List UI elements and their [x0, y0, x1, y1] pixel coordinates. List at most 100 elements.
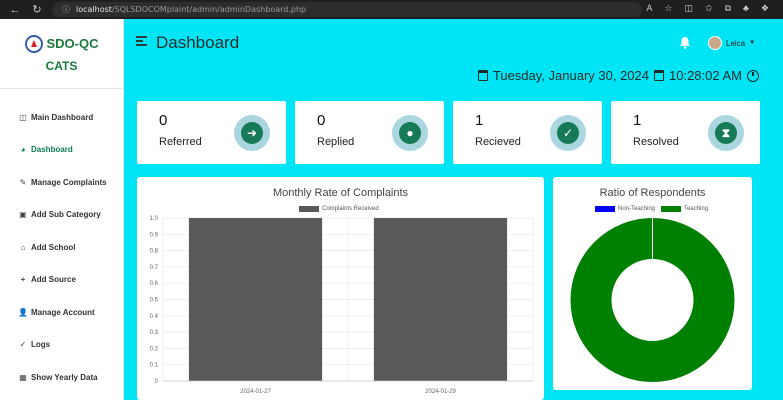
sidebar-item-label: Logs — [31, 340, 51, 350]
columns-icon: ◫ — [19, 112, 27, 122]
sidebar-item-label: Manage Complaints — [31, 177, 107, 187]
stat-label: Resolved — [633, 136, 679, 148]
sidebar-item-label: Manage Account — [31, 307, 95, 317]
y-tick-label: 0.7 — [150, 265, 159, 271]
stat-icon-badge: ⧗ — [708, 115, 744, 151]
respondents-chart-panel: Ratio of Respondents Non-Teaching Teachi… — [553, 177, 752, 390]
comment-icon: ● — [399, 122, 421, 144]
user-menu[interactable]: Leica ▼ — [708, 36, 755, 50]
stat-label: Referred — [159, 136, 202, 148]
extension-icon[interactable]: ♣ — [743, 3, 749, 14]
check-icon: ✓ — [19, 340, 27, 350]
url-host: localhost — [76, 5, 112, 14]
brand: SDO-QC CATS — [0, 19, 123, 89]
brand-name: SDO-QC — [46, 36, 99, 51]
split-screen-icon[interactable]: ◫ — [685, 3, 694, 14]
stat-card-referred[interactable]: 0 Referred ➜ — [137, 101, 286, 164]
refresh-icon[interactable]: ↻ — [26, 3, 48, 16]
sidebar-item-add-source[interactable]: + Add Source — [0, 264, 123, 297]
stat-card-replied[interactable]: 0 Replied ● — [295, 101, 444, 164]
favorite-icon[interactable]: ☆ — [664, 3, 672, 14]
url-path: /SQLSDOCOMplaint/admin/adminDashboard.ph… — [111, 5, 307, 14]
stat-card-recieved[interactable]: 1 Recieved ✓ — [453, 101, 602, 164]
stat-label: Recieved — [475, 136, 521, 148]
y-tick-label: 0.4 — [150, 314, 159, 320]
browser-actions: A ☆ ◫ ✩ ⧉ ♣ ❖ — [646, 3, 769, 14]
stat-icon-badge: ➜ — [234, 115, 270, 151]
sidebar-item-label: Main Dashboard — [31, 112, 94, 122]
stat-value: 1 — [633, 112, 642, 129]
avatar — [708, 36, 722, 50]
sidebar-item-label: Show Yearly Data — [31, 372, 98, 382]
y-tick-label: 0.2 — [150, 346, 159, 352]
sidebar-item-show-yearly-data[interactable]: ▦ Show Yearly Data — [0, 361, 123, 394]
y-tick-label: 0.9 — [150, 232, 159, 238]
y-tick-label: 0.8 — [150, 249, 159, 255]
y-tick-label: 1.0 — [150, 216, 159, 222]
bell-icon[interactable] — [679, 36, 691, 49]
user-name: Leica — [726, 38, 746, 48]
bar[interactable] — [373, 218, 508, 381]
check-circle-icon: ✓ — [557, 122, 579, 144]
copilot-icon[interactable]: ❖ — [761, 3, 769, 14]
stat-card-resolved[interactable]: 1 Resolved ⧗ — [611, 101, 760, 164]
y-tick-label: 0 — [155, 379, 159, 385]
current-date: Tuesday, January 30, 2024 — [492, 68, 649, 83]
main-content: Dashboard Leica ▼ Tuesday, January 30, 2… — [125, 19, 783, 400]
x-tick-label: 2024-01-27 — [240, 389, 271, 395]
sidebar-item-label: Dashboard — [31, 145, 73, 155]
sidebar-item-manage-account[interactable]: 👤 Manage Account — [0, 296, 123, 329]
stat-value: 0 — [159, 112, 168, 129]
browser-toolbar: ← ↻ ⓘ localhost/SQLSDOCOMplaint/admin/ad… — [0, 0, 783, 19]
calendar-icon: ▦ — [19, 372, 27, 382]
stat-label: Replied — [317, 136, 355, 148]
sidebar-item-label: Add Source — [31, 275, 76, 285]
back-icon[interactable]: ← — [4, 4, 26, 16]
stat-value: 1 — [475, 112, 484, 129]
brand-subtitle: CATS — [45, 58, 78, 73]
hourglass-icon: ⧗ — [715, 122, 737, 144]
y-tick-label: 0.3 — [150, 330, 159, 336]
date-time-display: Tuesday, January 30, 2024 10:28:02 AM — [477, 68, 759, 83]
sidebar-item-logs[interactable]: ✓ Logs — [0, 329, 123, 362]
favorites-icon[interactable]: ✩ — [705, 3, 713, 14]
wrench-icon: ✎ — [19, 177, 27, 187]
page-title: Dashboard — [156, 33, 240, 52]
stat-icon-badge: ✓ — [550, 115, 586, 151]
folder-plus-icon: ▣ — [19, 210, 27, 220]
calendar-icon — [654, 70, 664, 81]
arrow-right-icon: ➜ — [241, 122, 263, 144]
sidebar-item-label: Add School — [31, 242, 76, 252]
sidebar-item-label: Add Sub Category — [31, 210, 101, 220]
sidebar-menu: ◫ Main Dashboard ◕ Dashboard ✎ Manage Complai… — [0, 89, 123, 394]
user-plus-icon: 👤 — [18, 307, 28, 317]
sidebar-item-main-dashboard[interactable]: ◫ Main Dashboard — [0, 101, 123, 134]
collections-icon[interactable]: ⧉ — [725, 3, 731, 14]
donut-chart — [570, 218, 735, 382]
sidebar-item-manage-complaints[interactable]: ✎ Manage Complaints — [0, 166, 123, 199]
school-icon: ⌂ — [20, 242, 26, 252]
clock-icon — [747, 69, 759, 82]
menu-toggle-icon[interactable] — [136, 36, 147, 48]
monthly-complaints-chart-panel: Monthly Rate of Complaints Complaints Re… — [137, 177, 544, 400]
address-bar[interactable]: ⓘ localhost/SQLSDOCOMplaint/admin/adminD… — [52, 2, 642, 17]
current-time: 10:28:02 AM — [669, 68, 742, 83]
sidebar-item-dashboard[interactable]: ◕ Dashboard — [0, 134, 123, 167]
y-tick-label: 0.6 — [150, 281, 159, 287]
sidebar-item-add-school[interactable]: ⌂ Add School — [0, 231, 123, 264]
sidebar-item-add-sub-category[interactable]: ▣ Add Sub Category — [0, 199, 123, 232]
sidebar: SDO-QC CATS ◫ Main Dashboard ◕ Dashboard ✎ Ma… — [0, 19, 124, 400]
read-aloud-icon[interactable]: A — [646, 3, 652, 14]
chevron-down-icon: ▼ — [749, 40, 756, 46]
bar[interactable] — [188, 218, 323, 381]
info-icon[interactable]: ⓘ — [62, 4, 70, 15]
y-tick-label: 0.1 — [150, 363, 159, 369]
plus-icon: + — [20, 275, 26, 285]
calendar-icon — [477, 70, 488, 81]
gauge-icon: ◕ — [20, 145, 26, 155]
bar-chart: 0 0.1 0.2 0.3 0.4 0.5 0.6 0.7 0.8 0.9 1.0 2024-01-2… — [150, 216, 534, 395]
stat-value: 0 — [317, 112, 326, 129]
y-tick-label: 0.5 — [150, 298, 159, 304]
x-tick-label: 2024-01-29 — [425, 389, 456, 395]
stat-icon-badge: ● — [392, 115, 428, 151]
